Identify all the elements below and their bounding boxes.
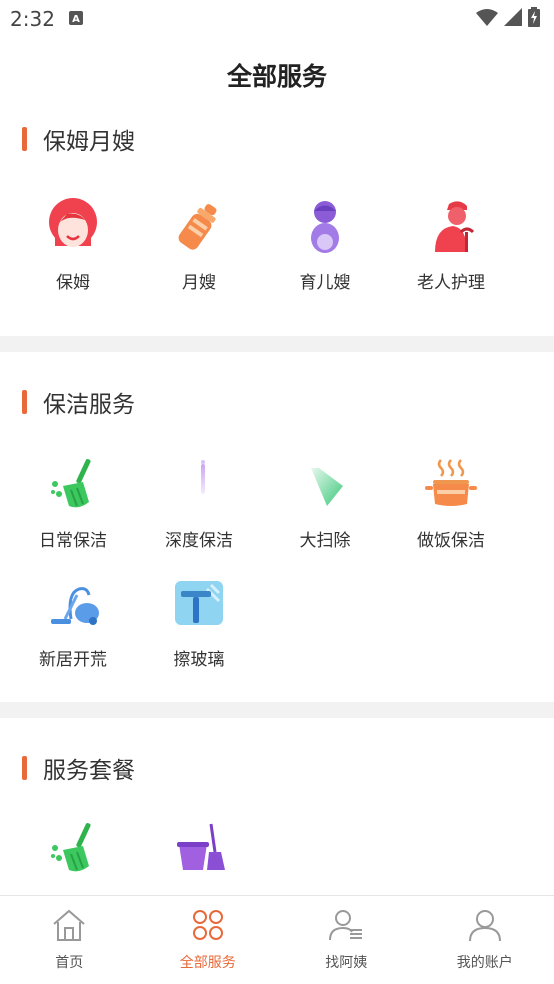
service-item-childcare[interactable]: 育儿嫂 — [262, 194, 388, 293]
service-item-big-cleaning[interactable]: 大扫除 — [262, 452, 388, 551]
spray-icon — [167, 452, 231, 516]
cooking-pot-icon — [419, 452, 483, 516]
page-header: 全部服务 — [0, 38, 554, 112]
service-item-elderly[interactable]: 老人护理 — [388, 194, 514, 293]
section-accent-bar — [22, 390, 27, 414]
service-grid: 保姆 月嫂 育儿嫂 老人护理 — [0, 194, 554, 293]
status-bar: 2:32 A — [0, 0, 554, 38]
service-grid: 日常保洁 深度保洁 大扫除 做饭保洁 新居开荒 擦玻璃 — [0, 452, 554, 670]
tab-all-services[interactable]: 全部服务 — [139, 896, 278, 984]
service-label: 月嫂 — [182, 273, 216, 293]
section-packages: 服务套餐 — [0, 718, 554, 918]
bucket-mop-icon — [167, 816, 231, 880]
package-item-2[interactable] — [136, 816, 262, 890]
service-item-window-cleaning[interactable]: 擦玻璃 — [136, 571, 262, 670]
a-notification-icon: A — [68, 10, 83, 29]
section-title: 保姆月嫂 — [43, 129, 135, 155]
section-header: 服务套餐 — [0, 718, 554, 794]
broom-icon — [41, 816, 105, 880]
page-title: 全部服务 — [226, 62, 327, 91]
status-time: 2:32 — [10, 7, 55, 31]
section-nanny: 保姆月嫂 保姆 月嫂 育儿嫂 老人护理 — [0, 112, 554, 336]
home-icon — [51, 908, 87, 946]
service-label: 深度保洁 — [165, 531, 233, 551]
package-item-1[interactable] — [10, 816, 136, 890]
wifi-icon — [476, 8, 498, 30]
tab-find-nanny[interactable]: 找阿姨 — [277, 896, 416, 984]
tab-label: 找阿姨 — [325, 955, 368, 971]
service-label: 日常保洁 — [39, 531, 107, 551]
service-label: 做饭保洁 — [417, 531, 485, 551]
section-header: 保姆月嫂 — [0, 112, 554, 166]
section-accent-bar — [22, 127, 27, 151]
bottom-tab-bar: 首页 全部服务 找阿姨 我的账户 — [0, 895, 554, 984]
section-title: 服务套餐 — [43, 758, 135, 784]
service-label: 保姆 — [56, 273, 90, 293]
tab-my-account[interactable]: 我的账户 — [416, 896, 554, 984]
tab-label: 首页 — [55, 955, 84, 971]
service-item-cooking-cleaning[interactable]: 做饭保洁 — [388, 452, 514, 551]
section-divider — [0, 702, 554, 718]
dustpan-icon — [293, 452, 357, 516]
account-icon — [467, 908, 503, 946]
nanny-icon — [41, 194, 105, 258]
elderly-care-icon — [419, 194, 483, 258]
vacuum-icon — [41, 571, 105, 635]
service-label: 大扫除 — [299, 531, 351, 551]
service-label: 老人护理 — [417, 273, 485, 293]
service-item-new-home[interactable]: 新居开荒 — [10, 571, 136, 670]
service-item-daily-cleaning[interactable]: 日常保洁 — [10, 452, 136, 551]
section-cleaning: 保洁服务 日常保洁 深度保洁 大扫除 做饭保洁 新居开荒 擦玻璃 — [0, 352, 554, 702]
baby-bottle-icon — [167, 194, 231, 258]
tab-home[interactable]: 首页 — [0, 896, 139, 984]
service-label: 新居开荒 — [39, 650, 107, 670]
tab-label: 我的账户 — [456, 955, 513, 971]
tab-label: 全部服务 — [179, 955, 236, 971]
childcare-icon — [293, 194, 357, 258]
broom-icon — [41, 452, 105, 516]
section-header: 保洁服务 — [0, 352, 554, 428]
battery-charging-icon — [528, 7, 540, 31]
find-person-icon — [328, 908, 364, 946]
section-divider — [0, 336, 554, 352]
service-item-deep-cleaning[interactable]: 深度保洁 — [136, 452, 262, 551]
svg-text:A: A — [72, 14, 80, 25]
service-item-nanny[interactable]: 保姆 — [10, 194, 136, 293]
section-title: 保洁服务 — [43, 392, 135, 418]
window-wiper-icon — [167, 571, 231, 635]
service-item-maternity[interactable]: 月嫂 — [136, 194, 262, 293]
signal-icon — [504, 8, 522, 30]
section-accent-bar — [22, 756, 27, 780]
services-grid-icon — [191, 908, 225, 946]
service-grid — [0, 816, 554, 890]
service-label: 育儿嫂 — [299, 273, 351, 293]
service-label: 擦玻璃 — [173, 650, 225, 670]
